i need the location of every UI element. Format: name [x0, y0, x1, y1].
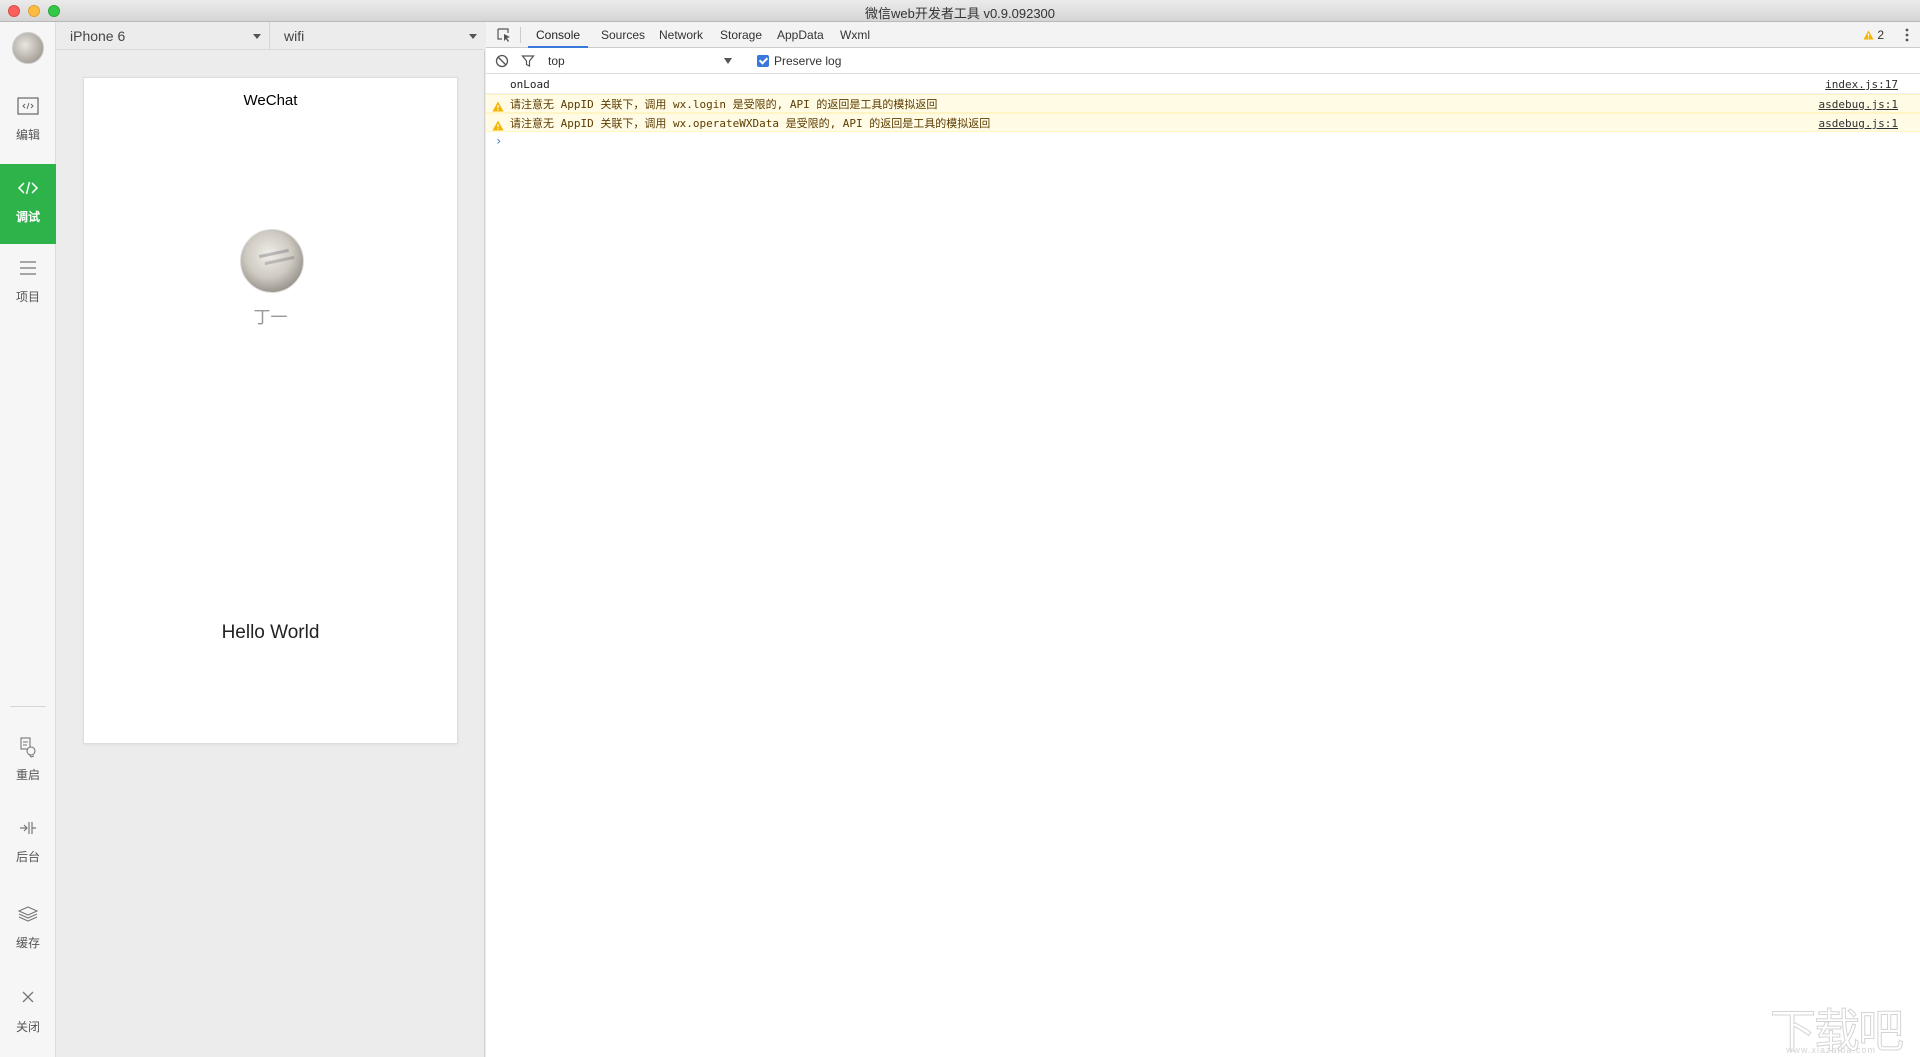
nav-title: WeChat: [243, 92, 298, 109]
console-output: onLoad index.js:17 请注意无 AppID 关联下，调用 wx.…: [486, 75, 1920, 151]
context-select-value: top: [548, 54, 565, 68]
device-select-value: iPhone 6: [70, 28, 126, 44]
simulator-panel: WeChat 丁一 Hello World: [56, 51, 485, 1057]
toolbar-divider: [520, 27, 521, 43]
inspect-element-icon[interactable]: [496, 27, 512, 43]
checkbox-checked-icon: [757, 55, 769, 67]
console-source-link[interactable]: asdebug.js:1: [1819, 114, 1898, 133]
devtools-panel: Console Sources Network Storage AppData …: [486, 22, 1920, 1057]
warning-icon: [492, 99, 504, 112]
restart-icon: [0, 736, 56, 764]
sidebar-item-cache[interactable]: 缓存: [0, 890, 56, 970]
sidebar-item-close[interactable]: 关闭: [0, 974, 56, 1054]
tab-appdata[interactable]: AppData: [769, 22, 832, 48]
console-message: 请注意无 AppID 关联下，调用 wx.operateWXData 是受限的,…: [510, 117, 991, 130]
tab-sources[interactable]: Sources: [593, 22, 653, 48]
network-select-value: wifi: [284, 28, 305, 44]
console-message: 请注意无 AppID 关联下，调用 wx.login 是受限的, API 的返回…: [510, 98, 938, 111]
background-icon: [0, 818, 56, 846]
device-select[interactable]: iPhone 6: [56, 22, 270, 50]
console-row-warning[interactable]: 请注意无 AppID 关联下，调用 wx.operateWXData 是受限的,…: [486, 113, 1920, 132]
sidebar-item-background[interactable]: 后台: [0, 804, 56, 884]
watermark-logo: 下载吧 www.xiazaiba.com: [1770, 995, 1910, 1057]
console-prompt[interactable]: ›: [486, 132, 1920, 151]
console-message: onLoad: [510, 78, 550, 91]
title-bar: 微信web开发者工具 v0.9.092300: [0, 0, 1920, 22]
clear-console-icon[interactable]: [495, 54, 509, 68]
preserve-log-checkbox[interactable]: Preserve log: [757, 54, 841, 68]
console-source-link[interactable]: asdebug.js:1: [1819, 95, 1898, 114]
warning-count: 2: [1877, 28, 1884, 42]
sidebar-item-label: 调试: [15, 210, 40, 224]
tab-console[interactable]: Console: [528, 22, 589, 48]
context-select[interactable]: top: [546, 52, 732, 70]
console-filter-bar: top Preserve log: [486, 48, 1920, 74]
sidebar-item-label: 重启: [15, 768, 40, 782]
hello-text: Hello World: [221, 622, 320, 643]
sidebar-item-label: 项目: [15, 290, 40, 304]
watermark-url: www.xiazaiba.com: [1786, 1045, 1877, 1055]
sidebar-item-label: 编辑: [15, 128, 40, 142]
user-nickname: 丁一: [253, 308, 288, 327]
preserve-log-label: Preserve log: [774, 54, 842, 68]
sidebar-item-label: 后台: [15, 850, 40, 864]
devtools-tab-bar: Console Sources Network Storage AppData …: [486, 22, 1920, 48]
sidebar-divider: [10, 706, 46, 707]
prompt-caret-icon: ›: [495, 134, 503, 148]
list-icon: [0, 258, 56, 286]
sidebar-item-edit[interactable]: 编辑: [0, 82, 56, 162]
warning-icon: [1863, 30, 1874, 40]
sidebar-item-project[interactable]: 项目: [0, 244, 56, 324]
sidebar: 编辑 调试 项目 重启 后台 缓存 关闭: [0, 22, 56, 1057]
filter-icon[interactable]: [521, 54, 535, 68]
chevron-down-icon: [724, 58, 732, 64]
chevron-down-icon: [253, 34, 261, 39]
console-row-warning[interactable]: 请注意无 AppID 关联下，调用 wx.login 是受限的, API 的返回…: [486, 94, 1920, 113]
more-menu-icon[interactable]: [1904, 27, 1910, 43]
layers-icon: [0, 904, 56, 932]
console-source-link[interactable]: index.js:17: [1825, 75, 1898, 94]
sidebar-item-label: 关闭: [15, 1020, 40, 1034]
tab-network[interactable]: Network: [651, 22, 711, 48]
sidebar-item-label: 缓存: [15, 936, 40, 950]
warning-counter[interactable]: 2: [1863, 28, 1884, 42]
warning-icon: [492, 118, 504, 131]
code-brackets-icon: [0, 178, 56, 206]
tab-storage[interactable]: Storage: [712, 22, 770, 48]
code-box-icon: [0, 96, 56, 124]
network-select[interactable]: wifi: [270, 22, 485, 50]
console-row[interactable]: onLoad index.js:17: [486, 75, 1920, 94]
device-toolbar: iPhone 6 wifi: [56, 22, 485, 50]
user-avatar[interactable]: [12, 32, 44, 64]
user-avatar-image[interactable]: [240, 229, 304, 293]
close-icon: [0, 988, 56, 1016]
chevron-down-icon: [469, 34, 477, 39]
window-title: 微信web开发者工具 v0.9.092300: [864, 6, 1056, 21]
phone-screen[interactable]: WeChat 丁一 Hello World: [83, 77, 458, 744]
tab-wxml[interactable]: Wxml: [832, 22, 878, 48]
sidebar-item-restart[interactable]: 重启: [0, 722, 56, 802]
sidebar-item-debug[interactable]: 调试: [0, 164, 56, 244]
